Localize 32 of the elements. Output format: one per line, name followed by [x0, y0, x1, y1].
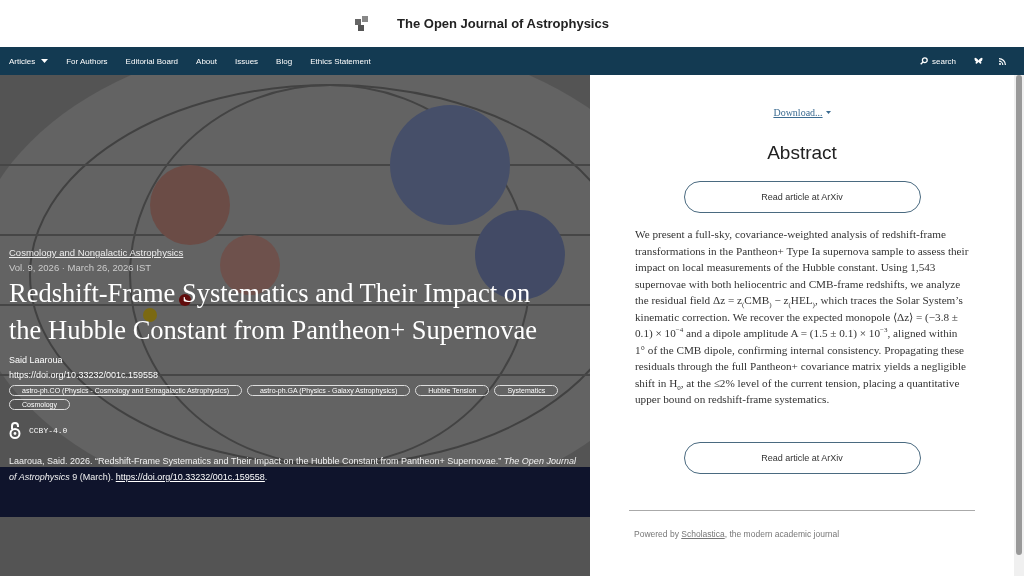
journal-title[interactable]: The Open Journal of Astrophysics	[397, 16, 609, 31]
caret-icon	[825, 111, 831, 114]
caret-icon	[41, 59, 49, 63]
nav-link[interactable]: Blog	[276, 56, 293, 66]
nav-link[interactable]: Ethics Statement	[310, 56, 371, 66]
butterfly-icon[interactable]	[974, 57, 983, 65]
arxiv-button[interactable]: Read article at ArXiv	[683, 441, 921, 474]
author-name[interactable]: Said Laaroua	[9, 355, 63, 365]
search-link[interactable]: search	[920, 56, 956, 66]
abstract-text: We present a full-sky, covariance-weighted analysis of redshift-frame transformations in the Pantheon+ Type Ia supernova sample to assess their impact on local measurements of the Hubble constant. Using 1,543 supernovae with both heliocentric and CMB-frame redshifts, we analyze the residual field Δz = z$_{(}$CMB$_{)}$ − z$_{(}$HEL$_{)}$, which traces the Solar System’s kinematic correction. We recover the expected monopole ⟨Δz⟩ = (−3.8 ± 0.1) × 10$^{−4}$ and a dipole amplitude A = (1.5 ± 0.1) × 10$^{−3}$, aligned within 1° of the CMB dipole, confirming internal consistency. Propagating these residuals through the full Pantheon+ covariance matrix yields a negligible shift in H$_{0}$, at the ≤2% level of the current tension, placing a quantitative upper bound on redshift-frame systematics.	[635, 227, 969, 407]
license-label: CCBY-4.0	[29, 426, 68, 435]
nav-link[interactable]: For Authors	[66, 56, 108, 66]
article-title: Redshift-Frame Systematics and Their Impact on the Hubble Constant from Pantheon+ Supernovae	[9, 277, 538, 347]
issue-date: Vol. 9, 2026 · March 26, 2026 IST	[9, 262, 152, 273]
abstract-heading: Abstract	[767, 142, 837, 164]
scrollbar[interactable]	[1014, 75, 1024, 576]
nav-link[interactable]: About	[196, 56, 217, 66]
footer-text: Powered by Scholastica, the modern academic journal	[634, 528, 841, 539]
nav-link[interactable]: Editorial Board	[125, 56, 179, 66]
rss-icon[interactable]	[999, 57, 1006, 65]
download-link[interactable]: Download...	[773, 107, 831, 118]
open-access-icon	[9, 422, 21, 439]
nav-link[interactable]: Articles	[9, 56, 49, 66]
citation-text: Laaroua, Said. 2026. “Redshift-Frame Systematics and Their Impact on the Hubble Constant from Pantheon+ Supernovae.” The Open Journal of Astrophysics 9 (March). https://doi.org/10.33232/001c.159558.	[9, 455, 577, 484]
scholastica-link[interactable]: Scholastica	[681, 528, 725, 539]
category-link[interactable]: Cosmology and Nongalactic Astrophysics	[9, 247, 184, 258]
nav-link[interactable]: Issues	[235, 56, 259, 66]
doi-link[interactable]: https://doi.org/10.33232/001c.159558	[115, 472, 265, 482]
search-icon	[920, 57, 928, 65]
arxiv-button[interactable]: Read article at ArXiv	[683, 181, 921, 213]
doi-link[interactable]: https://doi.org/10.33232/001c.159558	[9, 370, 159, 380]
journal-logo-icon	[355, 15, 370, 32]
